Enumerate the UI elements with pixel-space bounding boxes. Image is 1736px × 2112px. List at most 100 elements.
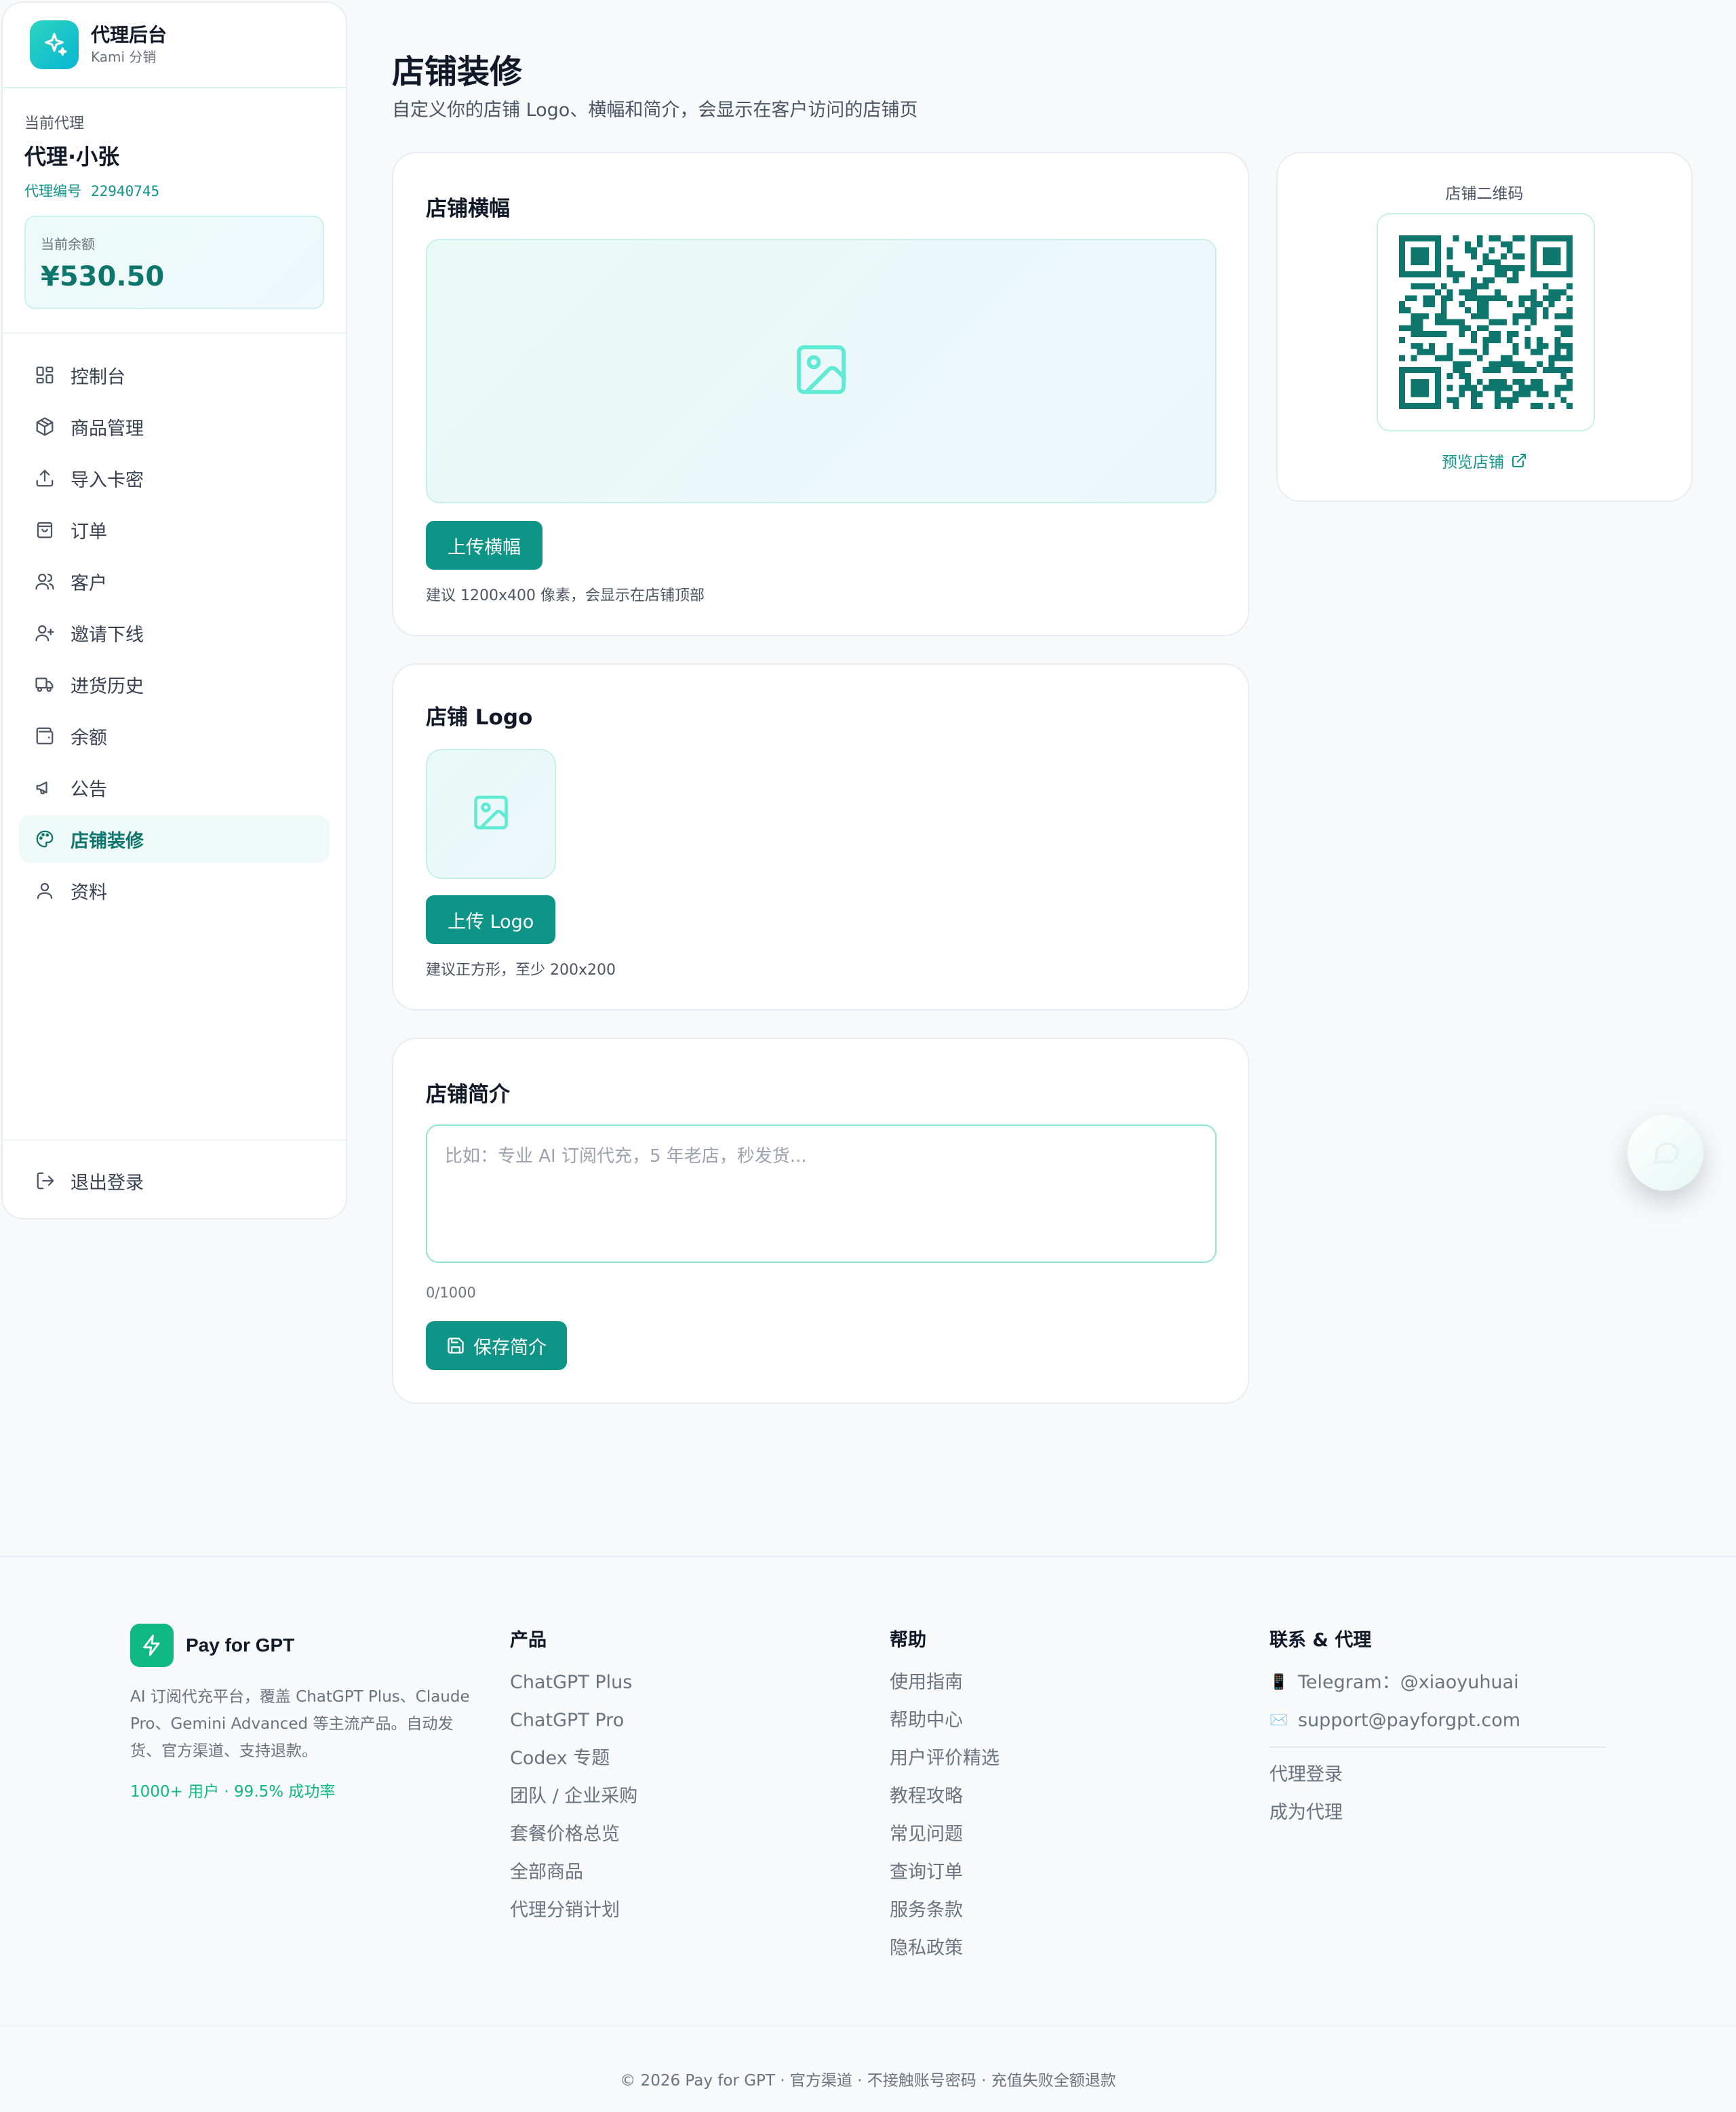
sidebar-item-label: 店铺装修 <box>71 830 144 852</box>
footer: Pay for GPT AI 订阅代充平台，覆盖 ChatGPT Plus、Cl… <box>0 1556 1736 2112</box>
footer-copyright: © 2026 Pay for GPT · 官方渠道 · 不接触账号密码 · 充值… <box>620 2072 1116 2090</box>
sidebar-item-label: 导入卡密 <box>71 469 144 491</box>
sidebar-item-label: 控制台 <box>71 366 125 388</box>
footer-email[interactable]: ✉️ support@payforgpt.com <box>1269 1702 1606 1740</box>
footer-link[interactable]: 代理分销计划 <box>510 1892 637 1930</box>
footer-link[interactable]: 服务条款 <box>890 1892 1000 1930</box>
telegram-handle: Telegram：@xiaoyuhuai <box>1298 1672 1519 1693</box>
upload-banner-button[interactable]: 上传横幅 <box>426 521 542 570</box>
sidebar-item-customers[interactable]: 客户 <box>19 558 330 605</box>
sidebar-item-profile[interactable]: 资料 <box>19 867 330 914</box>
upload-icon <box>34 467 56 489</box>
sidebar-item-store-design[interactable]: 店铺装修 <box>19 815 330 863</box>
intro-card: 店铺简介 比如：专业 AI 订阅代充，5 年老店，秒发货... 0/1000 保… <box>392 1038 1249 1404</box>
logo-preview[interactable] <box>426 749 556 879</box>
sidebar-item-dashboard[interactable]: 控制台 <box>19 351 330 399</box>
logo-card-title: 店铺 Logo <box>426 705 533 730</box>
wallet-icon <box>34 725 56 747</box>
user-plus-icon <box>34 622 56 644</box>
sidebar-item-purchase-history[interactable]: 进货历史 <box>19 661 330 708</box>
footer-link[interactable]: 帮助中心 <box>890 1702 1000 1740</box>
package-icon <box>34 416 56 437</box>
users-icon <box>34 570 56 592</box>
sidebar-item-invite[interactable]: 邀请下线 <box>19 609 330 657</box>
sidebar-item-label: 资料 <box>71 882 107 903</box>
page-title: 店铺装修 <box>392 53 523 91</box>
qr-label: 店铺二维码 <box>1445 185 1524 203</box>
sidebar-item-announcements[interactable]: 公告 <box>19 764 330 811</box>
lightning-icon <box>130 1624 174 1667</box>
sidebar-item-label: 订单 <box>71 521 107 543</box>
logout-button[interactable]: 退出登录 <box>35 1168 144 1194</box>
save-intro-button[interactable]: 保存简介 <box>426 1321 567 1370</box>
agent-caption: 当前代理 <box>24 115 85 132</box>
footer-link[interactable]: 团队 / 企业采购 <box>510 1778 637 1816</box>
envelope-icon: ✉️ <box>1269 1712 1288 1729</box>
banner-preview[interactable] <box>426 239 1217 503</box>
footer-contact-column: 联系 & 代理 📱 Telegram：@xiaoyuhuai ✉️ suppor… <box>1269 1625 1606 1832</box>
logout-divider <box>3 1139 346 1141</box>
footer-link[interactable]: 成为代理 <box>1269 1794 1606 1832</box>
preview-store-link[interactable]: 预览店铺 <box>1278 449 1691 472</box>
footer-telegram[interactable]: 📱 Telegram：@xiaoyuhuai <box>1269 1664 1606 1702</box>
footer-link[interactable]: 代理登录 <box>1269 1756 1606 1794</box>
banner-card: 店铺横幅 上传横幅 建议 1200x400 像素，会显示在店铺顶部 <box>392 152 1249 636</box>
agent-id-value: 22940745 <box>91 183 160 199</box>
user-icon <box>34 880 56 901</box>
megaphone-icon <box>34 777 56 798</box>
phone-icon: 📱 <box>1269 1674 1288 1691</box>
sidebar-item-balance[interactable]: 余额 <box>19 712 330 760</box>
footer-column-title: 联系 & 代理 <box>1269 1630 1372 1651</box>
qr-card: 店铺二维码 预览店铺 <box>1276 152 1693 502</box>
footer-link[interactable]: 使用指南 <box>890 1664 1000 1702</box>
sidebar-item-label: 客户 <box>71 572 107 594</box>
footer-link[interactable]: 用户评价精选 <box>890 1740 1000 1778</box>
agent-id: 代理编号 22940745 <box>24 180 324 201</box>
footer-link[interactable]: ChatGPT Plus <box>510 1664 637 1702</box>
footer-link[interactable]: 套餐价格总览 <box>510 1816 637 1854</box>
footer-description: AI 订阅代充平台，覆盖 ChatGPT Plus、Claude Pro、Gem… <box>130 1688 470 1760</box>
sidebar-item-label: 余额 <box>71 727 107 749</box>
footer-link[interactable]: 教程攻略 <box>890 1778 1000 1816</box>
image-placeholder-icon <box>471 792 511 836</box>
logo-hint: 建议正方形，至少 200x200 <box>426 962 616 979</box>
footer-stats: 1000+ 用户 · 99.5% 成功率 <box>130 1783 336 1801</box>
footer-link[interactable]: Codex 专题 <box>510 1740 637 1778</box>
footer-brand[interactable]: Pay for GPT <box>130 1624 294 1667</box>
intro-card-title: 店铺简介 <box>426 1082 510 1107</box>
footer-brand-name: Pay for GPT <box>186 1635 295 1656</box>
logo-card: 店铺 Logo 上传 Logo 建议正方形，至少 200x200 <box>392 663 1249 1011</box>
sidebar-item-label: 邀请下线 <box>71 624 144 646</box>
sidebar-item-products[interactable]: 商品管理 <box>19 403 330 450</box>
banner-hint: 建议 1200x400 像素，会显示在店铺顶部 <box>426 587 705 604</box>
sparkle-icon <box>30 20 79 69</box>
footer-contact-divider <box>1269 1746 1606 1748</box>
sidebar: 代理后台 Kami 分销 当前代理 代理·小张 代理编号 22940745 当前余… <box>1 1 347 1219</box>
sidebar-nav: 控制台 商品管理 导入卡密 订单 客户 邀请下线 进货历史 余额 公告 店铺装修… <box>3 334 346 914</box>
chat-support-button[interactable] <box>1628 1115 1703 1191</box>
dashboard-icon <box>34 364 56 386</box>
footer-link[interactable]: 常见问题 <box>890 1816 1000 1854</box>
balance-label: 当前余额 <box>41 236 95 252</box>
intro-textarea[interactable]: 比如：专业 AI 订阅代充，5 年老店，秒发货... <box>426 1125 1217 1263</box>
footer-link[interactable]: 隐私政策 <box>890 1930 1000 1968</box>
footer-help-column: 帮助 使用指南 帮助中心 用户评价精选 教程攻略 常见问题 查询订单 服务条款 … <box>890 1625 1000 1968</box>
sidebar-item-import[interactable]: 导入卡密 <box>19 454 330 502</box>
sidebar-item-label: 公告 <box>71 779 107 800</box>
brand-title: 代理后台 <box>91 24 167 46</box>
shopping-bag-icon <box>34 519 56 541</box>
footer-link[interactable]: 查询订单 <box>890 1854 1000 1892</box>
qr-code <box>1377 213 1595 431</box>
save-intro-label: 保存简介 <box>473 1337 547 1358</box>
upload-logo-button[interactable]: 上传 Logo <box>426 895 556 944</box>
external-link-icon <box>1511 452 1527 469</box>
footer-column-title: 帮助 <box>890 1630 926 1651</box>
agent-id-label: 代理编号 <box>24 183 81 199</box>
footer-link[interactable]: 全部商品 <box>510 1854 637 1892</box>
sidebar-item-label: 商品管理 <box>71 418 144 439</box>
sidebar-item-orders[interactable]: 订单 <box>19 506 330 553</box>
save-icon <box>446 1336 465 1355</box>
footer-link[interactable]: ChatGPT Pro <box>510 1702 637 1740</box>
truck-icon <box>34 673 56 695</box>
footer-column-title: 产品 <box>510 1630 547 1651</box>
